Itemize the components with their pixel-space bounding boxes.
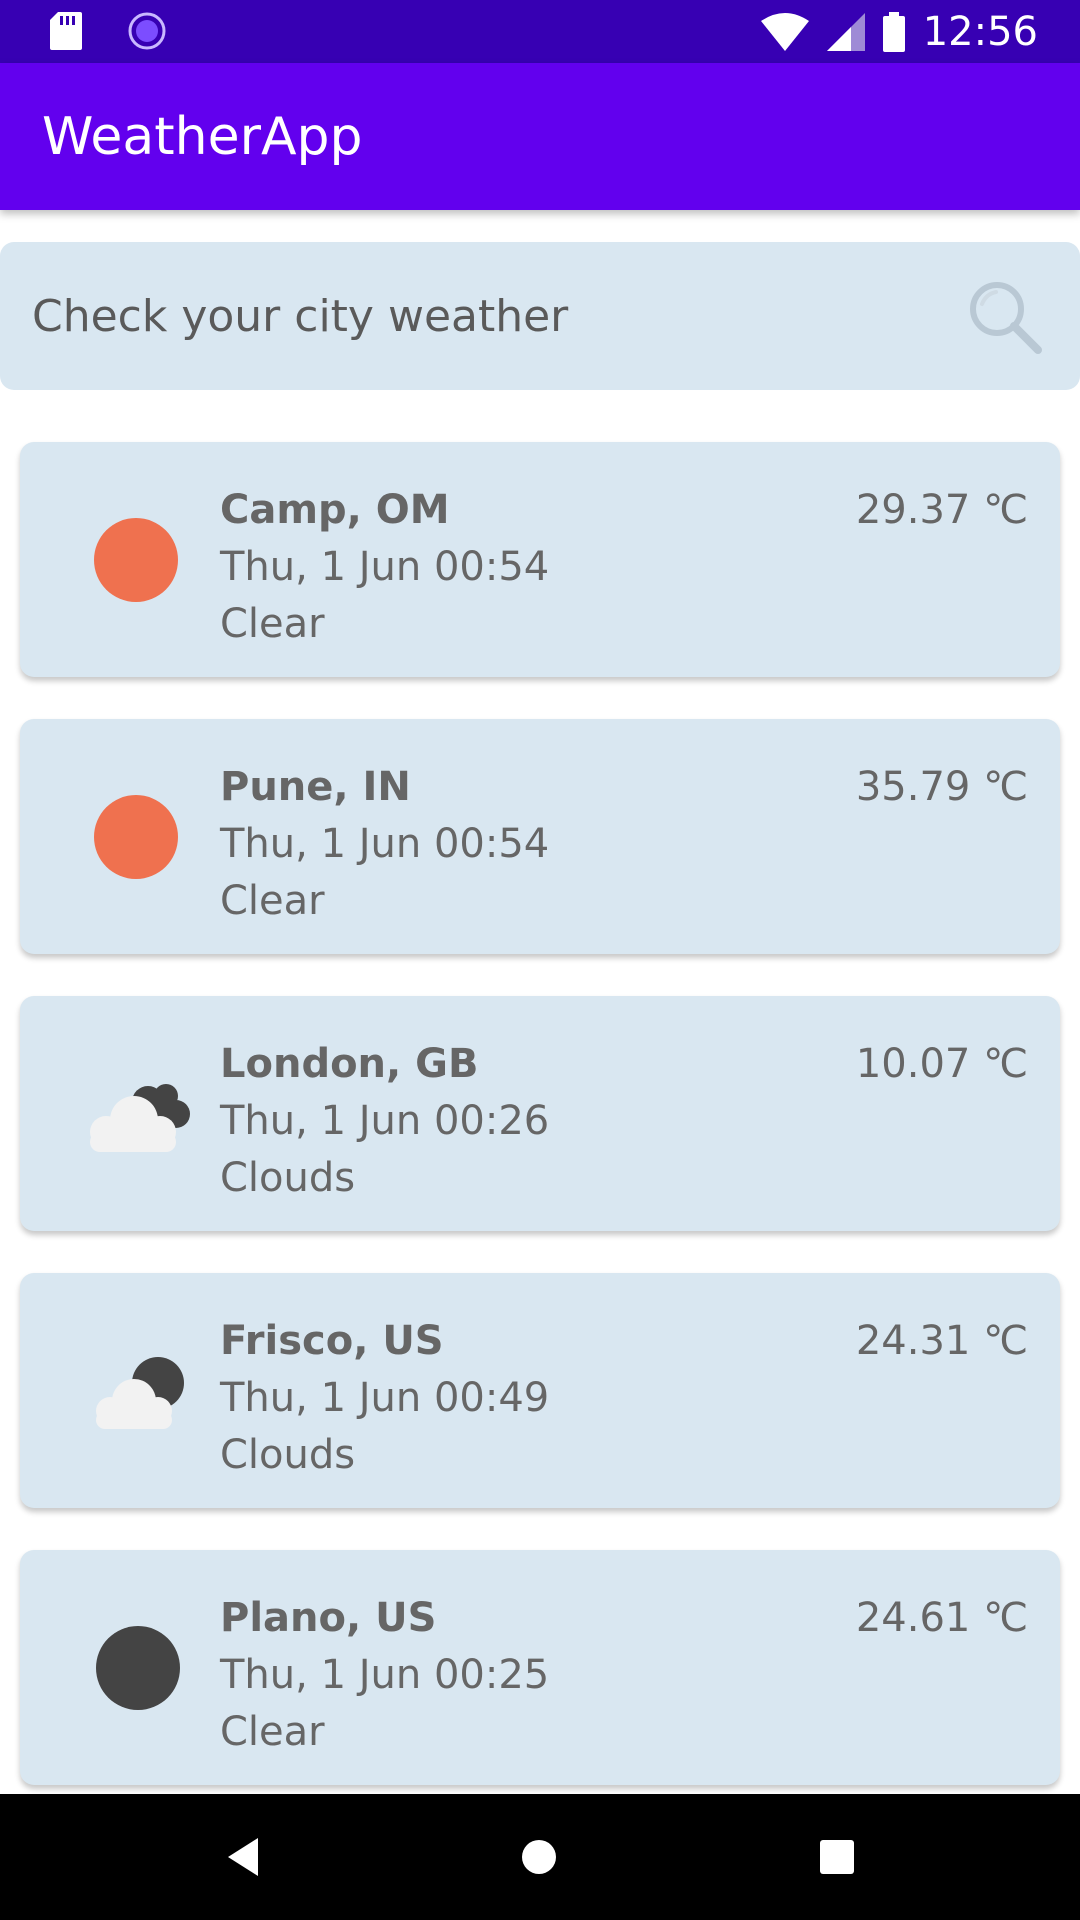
city-temperature: 24.31 ℃ — [855, 1318, 1028, 1364]
city-condition: Clouds — [220, 1432, 356, 1478]
city-datetime: Thu, 1 Jun 00:25 — [220, 1652, 550, 1698]
city-condition: Clear — [220, 878, 325, 924]
city-card[interactable]: Frisco, US Thu, 1 Jun 00:49 Clouds 24.31… — [20, 1273, 1060, 1508]
app-bar: WeatherApp — [0, 63, 1080, 210]
city-temperature: 29.37 ℃ — [855, 487, 1028, 533]
moon-icon — [96, 1626, 180, 1710]
city-name: Frisco, US — [220, 1318, 444, 1364]
status-bar: 12:56 — [0, 0, 1080, 63]
city-card[interactable]: Plano, US Thu, 1 Jun 00:25 Clear 24.61 ℃ — [20, 1550, 1060, 1785]
signal-icon — [826, 13, 865, 51]
status-time: 12:56 — [922, 9, 1038, 55]
city-condition: Clouds — [220, 1155, 356, 1201]
city-datetime: Thu, 1 Jun 00:54 — [220, 821, 550, 867]
navigation-bar — [0, 1794, 1080, 1920]
wifi-icon — [760, 13, 809, 51]
city-condition: Clear — [220, 1709, 325, 1755]
sd-card-icon — [50, 12, 82, 50]
search-box — [0, 242, 1080, 390]
city-temperature: 35.79 ℃ — [855, 764, 1028, 810]
home-icon[interactable] — [514, 1832, 564, 1882]
city-datetime: Thu, 1 Jun 00:26 — [220, 1098, 550, 1144]
city-name: Plano, US — [220, 1595, 437, 1641]
search-input[interactable] — [32, 286, 912, 346]
city-condition: Clear — [220, 601, 325, 647]
city-list: Camp, OM Thu, 1 Jun 00:54 Clear 29.37 ℃ … — [20, 442, 1060, 1827]
city-name: Camp, OM — [220, 487, 450, 533]
city-card[interactable]: Pune, IN Thu, 1 Jun 00:54 Clear 35.79 ℃ — [20, 719, 1060, 954]
city-temperature: 10.07 ℃ — [855, 1041, 1028, 1087]
city-name: Pune, IN — [220, 764, 411, 810]
recents-icon[interactable] — [812, 1832, 862, 1882]
clouds-icon — [90, 1084, 190, 1152]
cloudy-night-icon — [96, 1357, 184, 1429]
app-title: WeatherApp — [42, 107, 363, 167]
sun-icon — [94, 795, 178, 879]
sync-icon — [128, 12, 166, 50]
city-datetime: Thu, 1 Jun 00:49 — [220, 1375, 550, 1421]
city-name: London, GB — [220, 1041, 479, 1087]
city-datetime: Thu, 1 Jun 00:54 — [220, 544, 550, 590]
back-icon[interactable] — [218, 1832, 268, 1882]
sun-icon — [94, 518, 178, 602]
city-card[interactable]: London, GB Thu, 1 Jun 00:26 Clouds 10.07… — [20, 996, 1060, 1231]
battery-icon — [882, 12, 905, 52]
city-card[interactable]: Camp, OM Thu, 1 Jun 00:54 Clear 29.37 ℃ — [20, 442, 1060, 677]
city-temperature: 24.61 ℃ — [855, 1595, 1028, 1641]
search-icon[interactable] — [966, 278, 1044, 356]
